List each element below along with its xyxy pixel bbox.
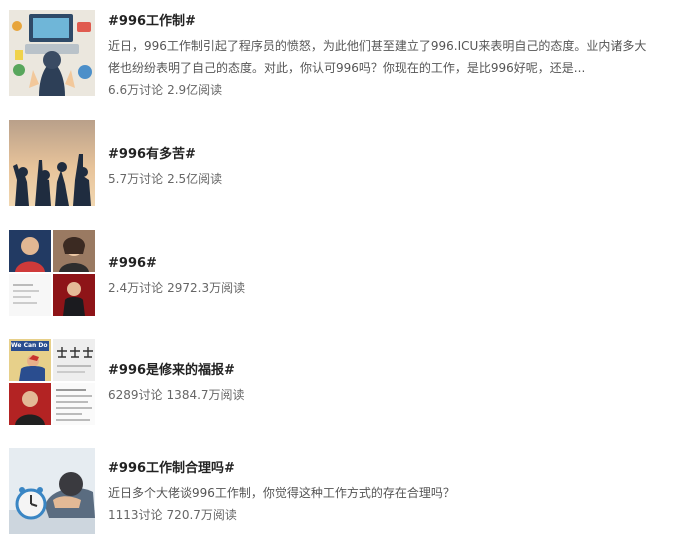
- topic-description: 近日，996工作制引起了程序员的愤怒，为此他们甚至建立了996.ICU来表明自己…: [108, 39, 647, 75]
- person-photo-icon: [9, 383, 51, 425]
- document-lines-icon: [53, 383, 95, 425]
- topic-stats: 6289讨论 1384.7万阅读: [108, 386, 654, 404]
- person-photo-icon: [53, 274, 95, 316]
- calligraphy-tile: [53, 339, 95, 381]
- topic-title[interactable]: #996工作制#: [108, 13, 654, 31]
- topic-thumbnail[interactable]: [9, 120, 95, 206]
- photo-tile: [9, 383, 51, 425]
- discussion-count: 2.4万讨论: [108, 281, 164, 295]
- topic-thumbnail[interactable]: [9, 230, 95, 316]
- topic-description: 近日多个大佬谈996工作制，你觉得这种工作方式的存在合理吗？: [108, 486, 455, 500]
- read-count: 2.5亿阅读: [167, 172, 223, 186]
- text-screenshot-tile: [53, 383, 95, 425]
- discussion-count: 6289讨论: [108, 388, 163, 402]
- photo-tile: [53, 230, 95, 272]
- person-photo-icon: [9, 230, 51, 272]
- raised-fists-silhouette-icon: [9, 120, 95, 206]
- topic-stats: 1113讨论 720.7万阅读: [108, 506, 654, 524]
- topic-title[interactable]: #996#: [108, 255, 654, 273]
- topic-title[interactable]: #996有多苦#: [108, 146, 654, 164]
- discussion-count: 1113讨论: [108, 508, 163, 522]
- topic-thumbnail[interactable]: We Can Do It!: [9, 339, 95, 425]
- topic-stats: 6.6万讨论 2.9亿阅读: [108, 81, 654, 99]
- read-count: 720.7万阅读: [166, 508, 237, 522]
- topic-thumbnail[interactable]: [9, 448, 95, 534]
- text-screenshot-tile: [9, 274, 51, 316]
- document-lines-icon: [9, 274, 51, 316]
- poster-tile: We Can Do It!: [9, 339, 51, 381]
- person-photo-icon: [53, 230, 95, 272]
- calligraphy-icon: [53, 339, 95, 381]
- office-illustration-icon: [9, 10, 95, 96]
- read-count: 2972.3万阅读: [167, 281, 246, 295]
- topic-title[interactable]: #996工作制合理吗#: [108, 460, 654, 478]
- topic-title[interactable]: #996是修来的福报#: [108, 362, 654, 380]
- discussion-count: 6.6万讨论: [108, 83, 164, 97]
- photo-tile: [53, 274, 95, 316]
- topic-thumbnail[interactable]: [9, 10, 95, 96]
- read-count: 2.9亿阅读: [167, 83, 223, 97]
- poster-figure-icon: [19, 355, 45, 381]
- read-count: 1384.7万阅读: [166, 388, 245, 402]
- tired-worker-clock-icon: [9, 448, 95, 534]
- topic-stats: 2.4万讨论 2972.3万阅读: [108, 279, 654, 297]
- topic-stats: 5.7万讨论 2.5亿阅读: [108, 170, 654, 188]
- photo-tile: [9, 230, 51, 272]
- discussion-count: 5.7万讨论: [108, 172, 164, 186]
